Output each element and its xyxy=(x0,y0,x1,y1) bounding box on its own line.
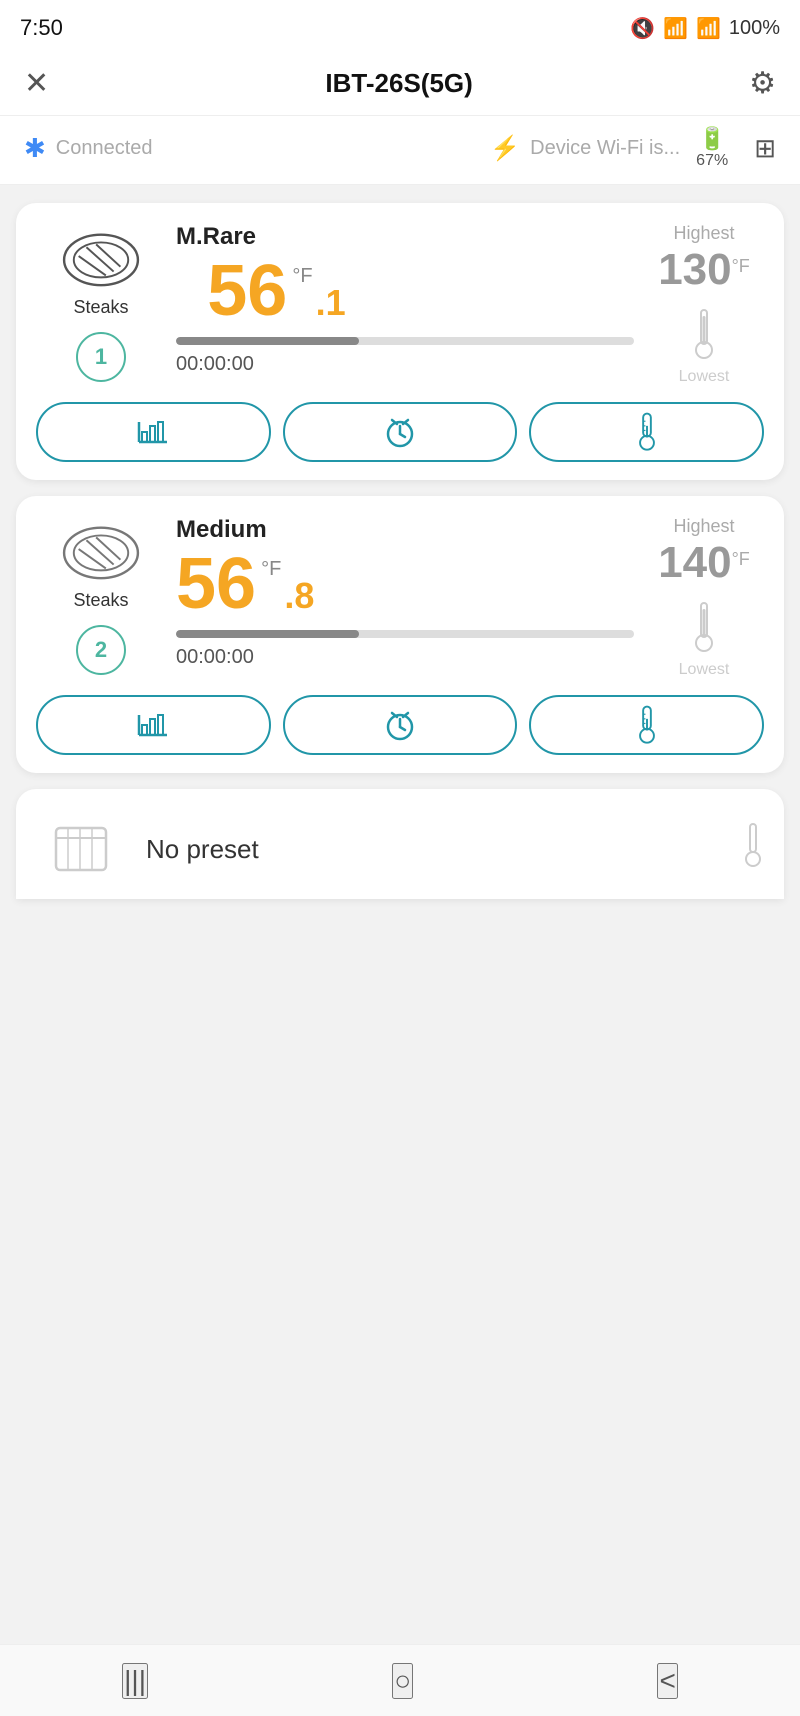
probe-2-graph-button[interactable] xyxy=(36,695,271,755)
probe-2-alarm-button[interactable] xyxy=(283,695,518,755)
probe-2-center: Medium 56 °F .8 00:00:00 xyxy=(166,516,644,669)
probe-1-highest-unit: °F xyxy=(732,256,750,277)
probe-1-actions xyxy=(36,402,764,462)
close-button[interactable]: ✕ xyxy=(24,66,49,101)
probe-1-preset: M.Rare xyxy=(176,223,634,251)
probe-1-progress-bar xyxy=(176,337,634,345)
probe-2-food-label: Steaks xyxy=(73,590,128,611)
probe-1-highest-value: 130 xyxy=(658,248,731,292)
probe-1-unit: °F xyxy=(292,265,312,288)
probe-1-alarm-button[interactable] xyxy=(283,402,518,462)
page-title: IBT-26S(5G) xyxy=(325,68,472,99)
probe-1-food-label: Steaks xyxy=(73,297,128,318)
probe-2-lowest-label: Lowest xyxy=(679,661,730,679)
probe-2-temp-button[interactable] xyxy=(529,695,764,755)
probe-2-icon-col: Steaks 2 xyxy=(36,516,166,675)
steak-icon-2 xyxy=(57,516,145,584)
bluetooth-status: ✱ Connected xyxy=(24,133,153,164)
device-battery: 🔋 67% xyxy=(696,126,728,170)
steak-icon-1 xyxy=(57,223,145,291)
probe-2-progress-bar xyxy=(176,630,634,638)
probe-card-2: Steaks 2 Medium 56 °F .8 00:00:00 Highes… xyxy=(16,496,784,773)
status-icons: 🔇 📶 📶 100% xyxy=(630,16,780,41)
probe-1-graph-button[interactable] xyxy=(36,402,271,462)
signal-icon: 📶 xyxy=(696,16,721,41)
probe-2-highest-label: Highest xyxy=(673,516,734,537)
probe-2-highest-value: 140 xyxy=(658,541,731,585)
probe-2-timer: 00:00:00 xyxy=(176,646,634,669)
wifi-status: ⚡ Device Wi-Fi is... xyxy=(490,134,680,163)
home-button[interactable]: ○ xyxy=(392,1663,413,1699)
probe-2-lowest-thermo: Lowest xyxy=(679,601,730,679)
probe-1-temp-main: 56 xyxy=(207,255,287,327)
probe-card-1: Steaks 1 M.Rare °F 56 °F .1 00:00:00 xyxy=(16,203,784,480)
probe-1-badge: 1 xyxy=(76,332,126,382)
mute-icon: 🔇 xyxy=(630,16,655,41)
no-preset-text: No preset xyxy=(146,834,722,865)
probe-1-temp-dec: .1 xyxy=(316,282,346,324)
probe-2-highest-temp-row: 140 °F xyxy=(658,541,750,585)
bluetooth-icon: ✱ xyxy=(24,133,46,164)
probe-2-top-row: Steaks 2 Medium 56 °F .8 00:00:00 Highes… xyxy=(36,516,764,679)
status-bar: 7:50 🔇 📶 📶 100% xyxy=(0,0,800,52)
probe-2-temp-row: 56 °F .8 xyxy=(176,548,634,620)
probe-2-actions xyxy=(36,695,764,755)
probe-1-progress-fill xyxy=(176,337,359,345)
probe-1-highest-label: Highest xyxy=(673,223,734,244)
settings-button[interactable]: ⚙ xyxy=(749,66,776,101)
no-preset-card: No preset xyxy=(16,789,784,899)
probe-1-center: M.Rare °F 56 °F .1 00:00:00 xyxy=(166,223,644,376)
main-content: Steaks 1 M.Rare °F 56 °F .1 00:00:00 xyxy=(0,185,800,917)
probe-1-highest-temp-row: 130 °F xyxy=(658,248,750,292)
bluetooth-label: Connected xyxy=(56,137,153,160)
probe-1-lowest-thermo: Lowest xyxy=(679,308,730,386)
probe-1-lowest-label: Lowest xyxy=(679,368,730,386)
back-button[interactable]: ||| xyxy=(122,1663,148,1699)
probe-1-timer: 00:00:00 xyxy=(176,353,634,376)
connection-bar: ✱ Connected ⚡ Device Wi-Fi is... 🔋 67% ⊞ xyxy=(0,116,800,185)
bottom-nav: ||| ○ < xyxy=(0,1644,800,1716)
wifi-icon: 📶 xyxy=(663,16,688,41)
wifi-label: Device Wi-Fi is... xyxy=(530,137,680,160)
probe-2-progress-fill xyxy=(176,630,359,638)
probe-1-temp-row: °F 56 °F .1 xyxy=(176,255,634,327)
grid-icon[interactable]: ⊞ xyxy=(754,133,776,164)
nav-bar: ✕ IBT-26S(5G) ⚙ xyxy=(0,52,800,116)
probe-2-preset: Medium xyxy=(176,516,634,544)
battery-percent: 67% xyxy=(696,152,728,170)
probe-2-temp-dec: .8 xyxy=(284,575,314,617)
battery-icon: 🔋 xyxy=(698,126,725,152)
no-preset-icon xyxy=(36,813,126,885)
probe-2-highest-unit: °F xyxy=(732,549,750,570)
battery-status: 100% xyxy=(729,17,780,40)
probe-2-unit: °F xyxy=(261,558,281,581)
wifi-off-icon: ⚡ xyxy=(490,134,520,163)
prev-button[interactable]: < xyxy=(657,1663,677,1699)
probe-1-icon-col: Steaks 1 xyxy=(36,223,166,382)
no-preset-thermo-icon xyxy=(742,823,764,876)
probe-2-right: Highest 140 °F Lowest xyxy=(644,516,764,679)
status-time: 7:50 xyxy=(20,15,63,41)
probe-2-temp-main: 56 xyxy=(176,548,256,620)
probe-1-top-row: Steaks 1 M.Rare °F 56 °F .1 00:00:00 xyxy=(36,223,764,386)
probe-1-temp-button[interactable] xyxy=(529,402,764,462)
probe-2-badge: 2 xyxy=(76,625,126,675)
probe-1-right: Highest 130 °F Lowest xyxy=(644,223,764,386)
